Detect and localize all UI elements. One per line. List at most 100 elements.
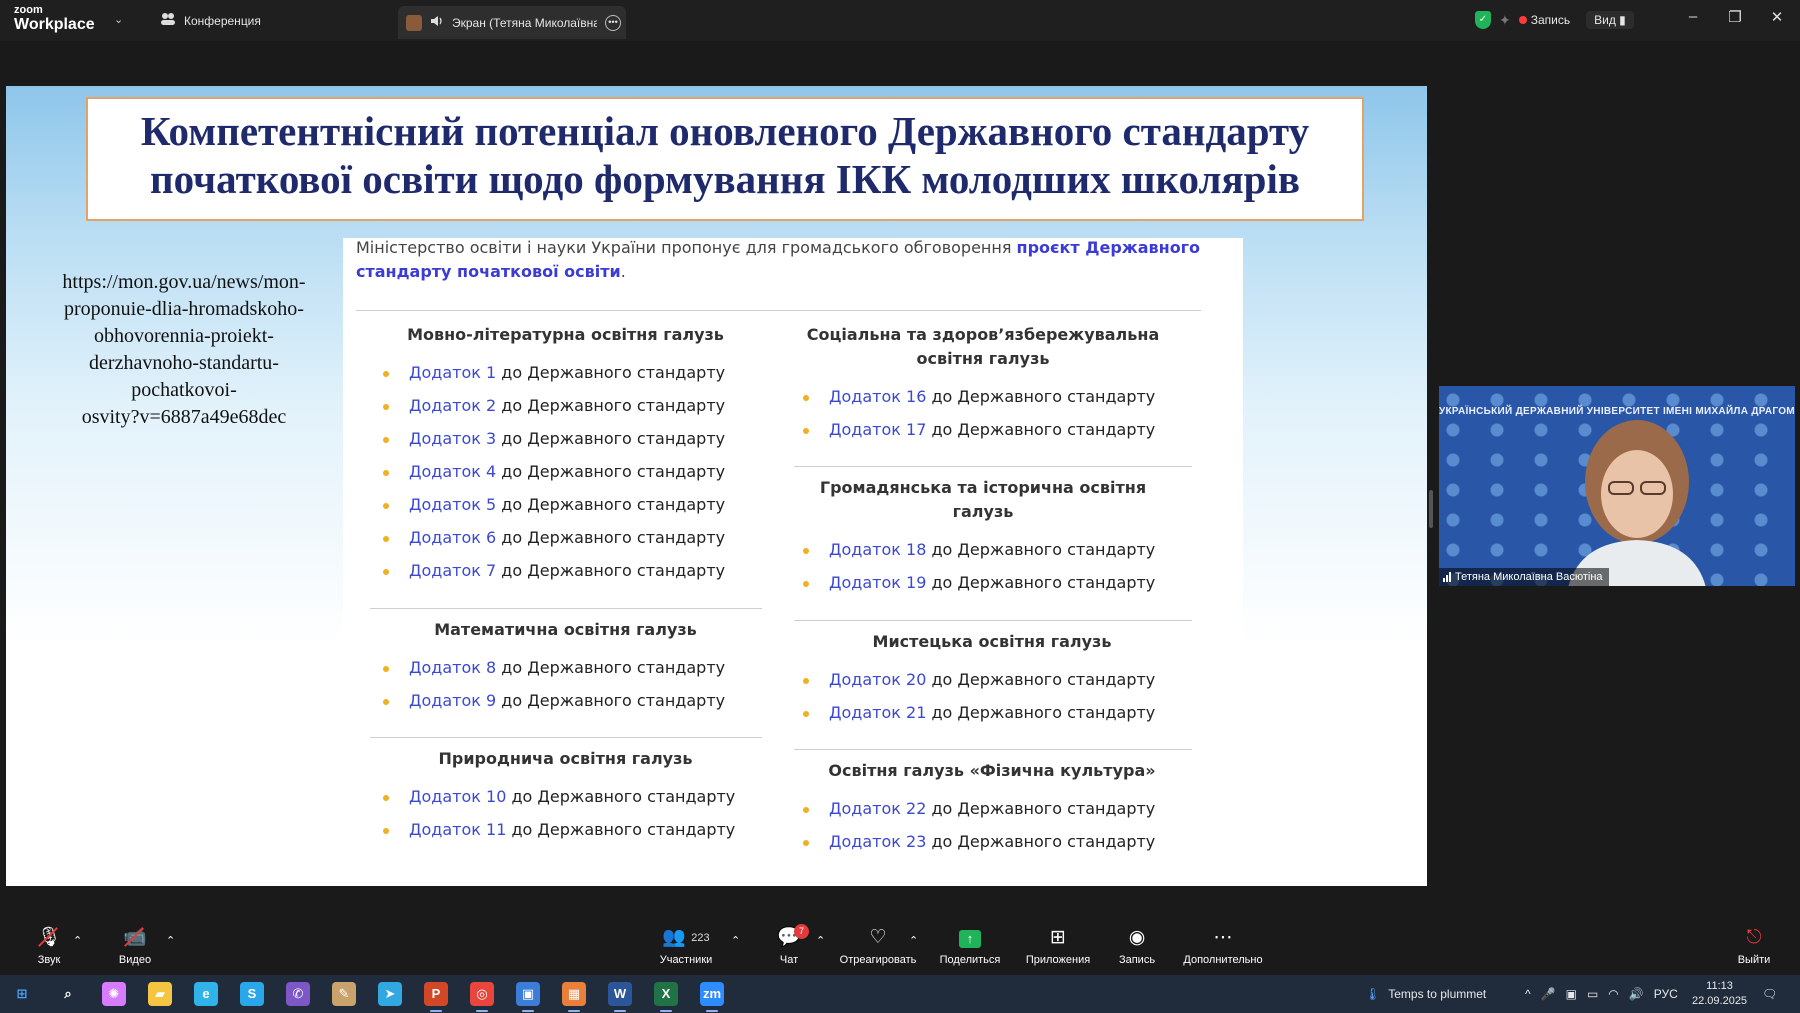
chat-button[interactable]: 💬 7 Чат — [774, 924, 809, 966]
restore-icon[interactable]: ❐ — [1725, 8, 1745, 26]
more-icon: ⋯ — [1213, 927, 1233, 948]
meet-now-icon[interactable]: ▣ — [1566, 987, 1577, 1001]
battery-icon[interactable]: ▭ — [1587, 987, 1598, 1001]
appendix-suffix: до Державного стандарту — [926, 799, 1156, 818]
meeting-controls: 🎙 Звук ⌃ 📹 Видео ⌃ 👥 223 Участники ⌃ 💬 7… — [0, 920, 1800, 975]
encryption-shield-icon[interactable]: ✓ — [1475, 11, 1491, 29]
ai-companion-icon[interactable]: ✦ — [1499, 12, 1511, 29]
appendix-suffix: до Державного стандарту — [506, 820, 736, 839]
chevron-down-icon[interactable]: ⌄ — [114, 13, 123, 26]
participant-name: Тетяна Миколаївна Васютіна — [1455, 571, 1603, 583]
edge-icon[interactable]: e — [194, 982, 218, 1006]
leave-button[interactable]: ⎋ Выйти — [1737, 926, 1771, 966]
weather-widget[interactable]: 🌡 Temps to plummet — [1365, 975, 1486, 1013]
appendix-link: Додаток 8 — [409, 658, 497, 677]
more-button[interactable]: ⋯ Дополнительно — [1180, 926, 1266, 966]
video-options-caret[interactable]: ⌃ — [166, 934, 175, 947]
appendix-link: Додаток 3 — [409, 429, 497, 448]
section-heading: Мистецька освітня галузь — [872, 632, 1112, 651]
divider — [794, 466, 1192, 467]
apps-button[interactable]: ⊞ Приложения — [1022, 926, 1094, 966]
video-button[interactable]: 📹 Видео — [115, 926, 155, 966]
list-item: Додаток 18 до Державного стандарту — [803, 540, 1155, 559]
file-explorer-icon[interactable]: ▰ — [148, 982, 172, 1006]
record-button[interactable]: ◉ Запись — [1115, 926, 1159, 966]
close-icon[interactable]: ✕ — [1767, 8, 1787, 26]
search-icon[interactable]: ⌕ — [56, 982, 80, 1006]
appendix-link: Додаток 20 — [829, 670, 927, 689]
list-item: Додаток 10 до Державного стандарту — [383, 787, 735, 806]
intro-end: . — [620, 262, 626, 281]
url-line: obhovorennia-proiekt- — [94, 325, 274, 347]
clock-date: 22.09.2025 — [1692, 995, 1748, 1007]
audio-options-caret[interactable]: ⌃ — [73, 934, 82, 947]
more-label: Дополнительно — [1183, 954, 1263, 966]
share-button[interactable]: ↑ Поделиться — [937, 926, 1003, 966]
slide-title-line-1: Компетентнісний потенціал оновленого Дер… — [140, 108, 1310, 154]
windows-start-icon[interactable]: ⊞ — [10, 982, 34, 1006]
bullet-icon — [803, 427, 809, 434]
audio-button[interactable]: 🎙 Звук — [32, 926, 66, 966]
chat-options-caret[interactable]: ⌃ — [816, 934, 825, 947]
list-item: Додаток 22 до Державного стандарту — [803, 799, 1155, 818]
list-item: Додаток 11 до Державного стандарту — [383, 820, 735, 839]
skype-icon[interactable]: S — [240, 982, 264, 1006]
minimize-icon[interactable]: – — [1683, 8, 1703, 25]
appendix-link: Додаток 11 — [409, 820, 507, 839]
word-icon[interactable]: W — [608, 982, 632, 1012]
recording-indicator[interactable]: Запись — [1518, 13, 1570, 27]
input-language[interactable]: РУС — [1654, 987, 1678, 1001]
participant-name-label: Тетяна Миколаївна Васютіна — [1439, 568, 1609, 586]
appendix-suffix: до Державного стандарту — [496, 528, 726, 547]
appendix-link: Додаток 21 — [829, 703, 927, 722]
photos-icon[interactable]: ▣ — [516, 982, 540, 1012]
view-button[interactable]: Вид ▮ — [1586, 11, 1634, 29]
viber-icon[interactable]: ✆ — [286, 982, 310, 1006]
source-url: https://mon.gov.ua/news/mon- proponuie-d… — [34, 269, 334, 431]
appendix-suffix: до Державного стандарту — [926, 387, 1156, 406]
speaker-icon — [430, 15, 444, 30]
appendix-link: Додаток 9 — [409, 691, 497, 710]
chrome-icon[interactable]: ◎ — [470, 982, 494, 1012]
participant-video-tile[interactable]: УКРАЇНСЬКИЙ ДЕРЖАВНИЙ УНІВЕРСИТЕТ ІМЕНІ … — [1439, 386, 1795, 586]
react-button[interactable]: ♡ Отреагировать — [836, 926, 920, 966]
wifi-icon[interactable]: ◠ — [1608, 987, 1618, 1001]
chat-label: Чат — [779, 954, 799, 966]
microphone-muted-icon: 🎙 — [36, 927, 62, 948]
system-clock[interactable]: 11:13 22.09.2025 — [1692, 979, 1747, 1009]
excel-icon[interactable]: X — [654, 982, 678, 1012]
presentation-slide: Компетентнісний потенціал оновленого Дер… — [6, 86, 1427, 886]
tab-conference[interactable]: Конференция — [160, 12, 261, 29]
audio-label: Звук — [37, 954, 61, 966]
telegram-icon[interactable]: ➤ — [378, 982, 402, 1006]
list-item: Додаток 6 до Державного стандарту — [383, 528, 725, 547]
zoom-workplace-logo[interactable]: zoom Workplace — [14, 5, 95, 33]
office-icon[interactable]: ▦ — [562, 982, 586, 1012]
url-line: derzhavnoho-standartu- — [89, 352, 279, 374]
participants-icon: 👥 223 — [662, 927, 710, 948]
volume-icon[interactable]: 🔊 — [1629, 987, 1644, 1001]
powerpoint-icon[interactable]: P — [424, 982, 448, 1012]
more-options-icon[interactable]: ••• — [605, 14, 621, 31]
participants-button[interactable]: 👥 223 Участники — [655, 926, 717, 966]
react-options-caret[interactable]: ⌃ — [909, 934, 918, 947]
list-item: Додаток 16 до Державного стандарту — [803, 387, 1155, 406]
tab-shared-screen[interactable]: Экран (Тетяна Миколаївна В ••• — [398, 6, 626, 39]
participants-options-caret[interactable]: ⌃ — [731, 934, 740, 947]
notifications-icon[interactable]: 🗨 — [1762, 975, 1777, 1013]
microphone-icon[interactable]: 🎤 — [1541, 987, 1556, 1001]
panel-resize-handle[interactable] — [1429, 490, 1433, 528]
list-item: Додаток 2 до Державного стандарту — [383, 396, 725, 415]
leave-label: Выйти — [1737, 954, 1771, 966]
copilot-icon[interactable]: ✺ — [102, 982, 126, 1006]
appendix-suffix: до Державного стандарту — [926, 670, 1156, 689]
bullet-icon — [383, 469, 389, 476]
divider — [356, 310, 1201, 311]
divider — [794, 749, 1192, 750]
zoom-icon[interactable]: zm — [700, 982, 724, 1012]
chevron-up-icon[interactable]: ^ — [1525, 987, 1531, 1001]
camera-off-icon: 📹 — [123, 927, 147, 948]
record-icon: ◉ — [1128, 927, 1146, 948]
paint-icon[interactable]: ✎ — [332, 982, 356, 1006]
system-tray: ^ 🎤 ▣ ▭ ◠ 🔊 РУС — [1525, 975, 1678, 1013]
